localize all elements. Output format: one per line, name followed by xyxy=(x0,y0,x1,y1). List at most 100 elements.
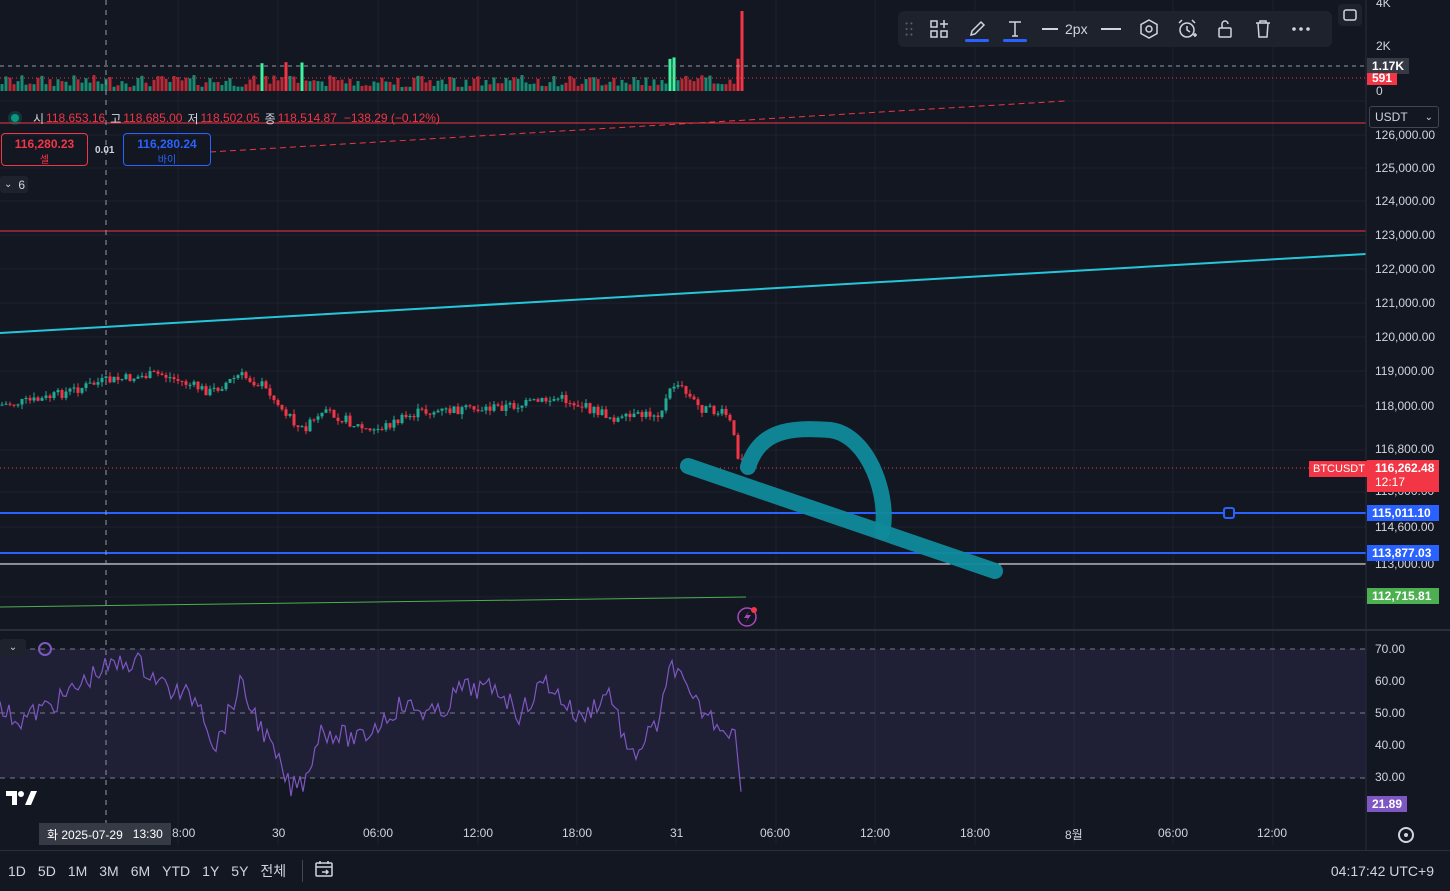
candle-body xyxy=(428,413,432,415)
volume-bar xyxy=(380,77,384,91)
range-button-7[interactable]: 5Y xyxy=(231,863,248,879)
line-color-button[interactable] xyxy=(958,11,996,47)
volume-bar xyxy=(580,83,584,91)
volume-bar xyxy=(488,84,492,91)
high-label: 고 xyxy=(110,111,122,126)
fullscreen-button[interactable] xyxy=(1338,4,1362,26)
candle-body xyxy=(8,403,12,405)
volume-bar xyxy=(244,84,248,91)
volume-bar xyxy=(256,84,260,91)
volume-axis-2k: 2K xyxy=(1376,39,1391,53)
chart-canvas[interactable] xyxy=(0,0,1450,890)
delete-button[interactable] xyxy=(1244,11,1282,47)
clock[interactable]: 04:17:42 UTC+9 xyxy=(1331,863,1434,879)
candle-body xyxy=(20,399,24,405)
volume-bar xyxy=(644,77,648,91)
candle-body xyxy=(472,406,476,410)
lock-button[interactable] xyxy=(1206,11,1244,47)
candle-body xyxy=(244,372,248,379)
volume-bar xyxy=(312,80,316,91)
range-button-5[interactable]: YTD xyxy=(162,863,190,879)
line-style-button[interactable] xyxy=(1092,11,1130,47)
volume-bar xyxy=(32,84,36,91)
range-button-2[interactable]: 1M xyxy=(68,863,87,879)
candle-body xyxy=(216,387,220,391)
chart-stage[interactable]: 시 118,653.16 고 118,685.00 저 118,502.05 종… xyxy=(0,0,1450,891)
text-color-button[interactable] xyxy=(996,11,1034,47)
line-handle xyxy=(1223,507,1235,519)
range-button-8[interactable]: 전체 xyxy=(260,861,286,881)
candle-body xyxy=(728,414,732,421)
candle-body xyxy=(32,397,36,401)
sell-label: 셀 xyxy=(39,155,50,166)
line-style-icon xyxy=(1101,28,1121,30)
series-dot-icon[interactable] xyxy=(11,114,19,122)
candle-body xyxy=(112,376,116,383)
sell-button[interactable]: 116,280.23 셀 xyxy=(1,133,88,166)
candle-body xyxy=(492,404,496,411)
time-axis-label: 8월 xyxy=(1065,828,1083,842)
candle-body xyxy=(516,407,520,409)
toolbar-drag-handle[interactable] xyxy=(898,11,920,47)
volume-bar xyxy=(28,83,32,91)
candle-body xyxy=(440,408,444,411)
templates-button[interactable] xyxy=(920,11,958,47)
volume-bar xyxy=(260,63,264,91)
candle-body xyxy=(480,410,484,412)
candle-body xyxy=(608,417,612,419)
candle-body xyxy=(124,374,128,380)
candle-body xyxy=(168,377,172,379)
price-axis-label: 121,000.00 xyxy=(1375,296,1436,310)
volume-bar xyxy=(144,82,148,91)
rsi-source-icon[interactable] xyxy=(38,642,52,656)
price-axis-label: 120,000.00 xyxy=(1375,330,1436,344)
calendar-goto-icon xyxy=(315,860,333,877)
candle-body xyxy=(628,413,632,418)
level-tag-1: 115,011.10 xyxy=(1367,505,1439,521)
tradingview-logo[interactable] xyxy=(6,789,38,813)
candle-body xyxy=(120,379,124,381)
range-button-0[interactable]: 1D xyxy=(8,863,26,879)
volume-bar xyxy=(220,85,224,91)
candle-body xyxy=(84,383,88,388)
indicators-toggle[interactable]: ⌄ 6 xyxy=(0,176,28,193)
candle-body xyxy=(392,419,396,428)
volume-bar xyxy=(0,84,4,91)
candle-body xyxy=(220,389,224,391)
candle-body xyxy=(264,381,268,389)
chevron-down-icon: ⌄ xyxy=(1424,111,1433,123)
stroke-width-button[interactable]: 2px xyxy=(1034,11,1092,47)
candle-body xyxy=(460,407,464,415)
volume-bar xyxy=(60,81,64,91)
alert-button[interactable] xyxy=(1168,11,1206,47)
currency-select[interactable]: USDT ⌄ xyxy=(1369,106,1439,128)
volume-bar xyxy=(316,81,320,91)
settings-button[interactable] xyxy=(1130,11,1168,47)
candle-body xyxy=(468,405,472,407)
range-button-3[interactable]: 3M xyxy=(99,863,118,879)
rsi-collapse-button[interactable]: ⌄ xyxy=(0,639,26,656)
range-button-6[interactable]: 1Y xyxy=(202,863,219,879)
range-button-4[interactable]: 6M xyxy=(131,863,150,879)
time-axis-label: 12:00 xyxy=(463,826,494,840)
goto-date-button[interactable] xyxy=(313,858,335,885)
more-button[interactable] xyxy=(1282,11,1320,47)
candle-body xyxy=(364,428,368,430)
buy-button[interactable]: 116,280.24 바이 xyxy=(123,133,211,166)
alert-dot xyxy=(751,607,757,613)
settings-icon[interactable] xyxy=(1398,827,1414,843)
volume-bar xyxy=(192,75,196,91)
candle-body xyxy=(596,406,600,415)
volume-bar xyxy=(36,77,40,91)
volume-bar xyxy=(456,86,460,91)
range-button-1[interactable]: 5D xyxy=(38,863,56,879)
candle-body xyxy=(484,406,488,411)
candle-body xyxy=(456,406,460,415)
time-axis-label: 31 xyxy=(670,826,684,840)
volume-bar xyxy=(528,84,532,91)
candle-body xyxy=(252,381,256,386)
candle-body xyxy=(260,381,264,387)
volume-bar xyxy=(56,79,60,91)
volume-bar xyxy=(672,57,676,91)
volume-bar xyxy=(500,83,504,91)
